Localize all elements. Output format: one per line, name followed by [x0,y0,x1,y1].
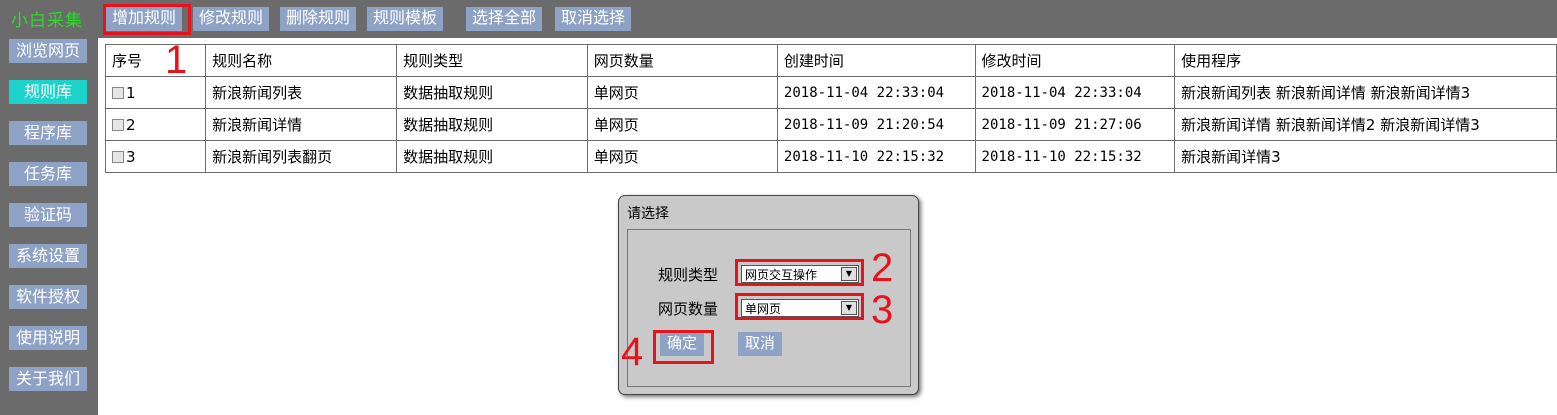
col-header-programs[interactable]: 使用程序 [1174,44,1557,77]
row-pages: 单网页 [586,140,778,173]
add-rule-button[interactable]: 增加规则 [106,7,183,31]
sidebar-item-captcha[interactable]: 验证码 [9,203,87,227]
row-programs: 新浪新闻详情 新浪新闻详情2 新浪新闻详情3 [1174,108,1557,141]
sidebar-item-license[interactable]: 软件授权 [9,285,87,309]
page-count-value: 单网页 [745,302,782,316]
rule-template-button[interactable]: 规则模板 [367,7,444,31]
col-header-pages[interactable]: 网页数量 [586,44,778,77]
col-header-modified[interactable]: 修改时间 [974,44,1176,77]
row-name: 新浪新闻列表 [205,76,398,109]
row-name: 新浪新闻详情 [205,108,398,141]
row-checkbox[interactable] [112,119,124,131]
row-modified: 2018-11-09 21:27:06 [974,108,1176,141]
row-created: 2018-11-09 21:20:54 [776,108,976,141]
cancel-button[interactable]: 取消 [738,332,783,356]
sidebar-item-tasks[interactable]: 任务库 [9,162,87,186]
select-all-button[interactable]: 选择全部 [466,7,543,31]
sidebar: 小白采集 浏览网页 规则库 程序库 任务库 验证码 系统设置 软件授权 使用说明… [0,0,98,415]
app-title: 小白采集 [11,11,83,31]
sidebar-item-programs[interactable]: 程序库 [9,121,87,145]
row-pages: 单网页 [586,76,778,109]
row-modified: 2018-11-04 22:33:04 [974,76,1176,109]
rule-type-value: 网页交互操作 [745,268,818,282]
sidebar-item-settings[interactable]: 系统设置 [9,244,87,268]
step-2-marker: 2 [871,246,894,290]
deselect-all-button[interactable]: 取消选择 [555,7,632,31]
table-row[interactable]: 1 新浪新闻列表 数据抽取规则 单网页 2018-11-04 22:33:04 … [104,76,1557,109]
row-id: 2 [126,115,136,134]
row-modified: 2018-11-10 22:15:32 [974,140,1176,173]
sidebar-item-browse[interactable]: 浏览网页 [9,39,87,63]
col-header-id[interactable]: 序号 [104,44,207,77]
edit-rule-button[interactable]: 修改规则 [193,7,270,31]
page-count-label: 网页数量 [658,300,719,318]
step-3-marker: 3 [871,288,894,332]
row-name: 新浪新闻列表翻页 [205,140,398,173]
table-row[interactable]: 2 新浪新闻详情 数据抽取规则 单网页 2018-11-09 21:20:54 … [104,108,1557,141]
row-type: 数据抽取规则 [396,140,588,173]
table-header-row: 序号 规则名称 规则类型 网页数量 创建时间 修改时间 使用程序 [104,44,1557,77]
row-programs: 新浪新闻详情3 [1174,140,1557,173]
confirm-button[interactable]: 确定 [660,332,705,356]
row-created: 2018-11-04 22:33:04 [776,76,976,109]
rule-type-select[interactable]: 网页交互操作 ▼ [741,265,859,283]
chevron-down-icon[interactable]: ▼ [841,301,857,315]
row-id: 1 [126,83,136,102]
step-4-marker: 4 [621,330,644,374]
row-checkbox[interactable] [112,87,124,99]
dialog-body: 规则类型 网页交互操作 ▼ 网页数量 单网页 ▼ 确定 取消 [627,229,911,387]
sidebar-item-about[interactable]: 关于我们 [9,367,87,391]
delete-rule-button[interactable]: 删除规则 [280,7,357,31]
col-header-name[interactable]: 规则名称 [205,44,398,77]
chevron-down-icon[interactable]: ▼ [841,267,857,281]
rule-type-label: 规则类型 [658,266,719,284]
row-type: 数据抽取规则 [396,108,588,141]
rules-table: 序号 规则名称 规则类型 网页数量 创建时间 修改时间 使用程序 1 新浪新闻列… [104,44,1557,173]
sidebar-item-rules[interactable]: 规则库 [9,80,87,104]
page-count-select[interactable]: 单网页 ▼ [741,299,859,317]
col-header-type[interactable]: 规则类型 [396,44,588,77]
row-id: 3 [126,147,136,166]
row-programs: 新浪新闻列表 新浪新闻详情 新浪新闻详情3 [1174,76,1557,109]
row-pages: 单网页 [586,108,778,141]
table-row[interactable]: 3 新浪新闻列表翻页 数据抽取规则 单网页 2018-11-10 22:15:3… [104,140,1557,173]
step-1-marker: 1 [165,38,188,82]
row-type: 数据抽取规则 [396,76,588,109]
sidebar-item-help[interactable]: 使用说明 [9,326,87,350]
row-created: 2018-11-10 22:15:32 [776,140,976,173]
row-checkbox[interactable] [112,151,124,163]
col-header-created[interactable]: 创建时间 [776,44,976,77]
dialog-title: 请选择 [627,206,669,222]
